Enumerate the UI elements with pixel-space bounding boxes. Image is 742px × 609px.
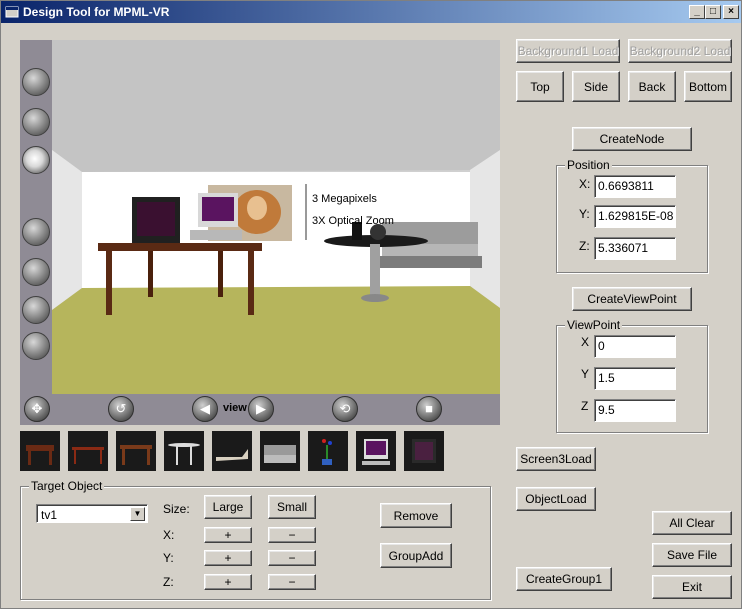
rotate-icon[interactable]: [22, 218, 50, 246]
x-label: X:: [163, 528, 175, 542]
minimize-button[interactable]: _: [689, 5, 705, 19]
view-label: view: [223, 402, 247, 414]
back-view-button[interactable]: Back: [628, 71, 676, 102]
position-y-field[interactable]: 1.629815E-08: [594, 205, 676, 228]
position-z-label: Z:: [579, 239, 590, 253]
create-viewpoint-button[interactable]: CreateViewPoint: [572, 287, 692, 311]
vr-viewport[interactable]: 3 Megapixels 3X Optical Zoom ✥ ↺ ◀ view …: [20, 40, 500, 425]
bottom-view-button[interactable]: Bottom: [684, 71, 732, 102]
group-add-button[interactable]: GroupAdd: [380, 543, 452, 568]
x-minus-button[interactable]: −: [268, 527, 316, 543]
thumbnail-table-brown[interactable]: [116, 431, 156, 471]
background1-load-button[interactable]: Background1 Load: [516, 39, 620, 63]
small-button[interactable]: Small: [268, 495, 316, 519]
thumbnail-tv[interactable]: [404, 431, 444, 471]
z-plus-button[interactable]: +: [204, 574, 252, 590]
create-node-button[interactable]: CreateNode: [572, 127, 692, 151]
pan-icon[interactable]: [22, 258, 50, 286]
next-view-icon[interactable]: ▶: [248, 396, 274, 422]
z-minus-button[interactable]: −: [268, 574, 316, 590]
viewpoint-z-label: Z: [581, 399, 589, 413]
background2-load-button[interactable]: Background2 Load: [628, 39, 732, 63]
x-plus-button[interactable]: +: [204, 527, 252, 543]
stop-icon[interactable]: ■: [416, 396, 442, 422]
z-label: Z:: [163, 575, 174, 589]
zoom-icon[interactable]: [22, 296, 50, 324]
viewpoint-legend: ViewPoint: [565, 318, 623, 332]
viewpoint-y-label: Y: [581, 367, 590, 381]
light-icon[interactable]: [22, 146, 50, 174]
position-z-field[interactable]: 5.336071: [594, 237, 676, 260]
position-legend: Position: [565, 158, 612, 172]
remove-button[interactable]: Remove: [380, 503, 452, 528]
room-scene[interactable]: 3 Megapixels 3X Optical Zoom: [52, 40, 500, 394]
previous-view-icon[interactable]: ◀: [192, 396, 218, 422]
position-x-field[interactable]: 0.6693811: [594, 175, 676, 198]
large-button[interactable]: Large: [204, 495, 252, 519]
object-load-button[interactable]: ObjectLoad: [516, 487, 596, 511]
drop-right-icon[interactable]: [22, 108, 50, 136]
top-view-button[interactable]: Top: [516, 71, 564, 102]
move-icon[interactable]: ✥: [24, 396, 50, 422]
poster-text-zoom: 3X Optical Zoom: [312, 215, 394, 227]
refresh-icon[interactable]: [22, 332, 50, 360]
screen3-load-button[interactable]: Screen3Load: [516, 447, 596, 471]
y-plus-button[interactable]: +: [204, 550, 252, 566]
thumbnail-sofa-lounge[interactable]: [212, 431, 252, 471]
title-bar: Design Tool for MPML-VR _ □ ×: [1, 1, 741, 23]
chevron-down-icon[interactable]: ▼: [130, 507, 145, 521]
reset-view-icon[interactable]: ⟲: [332, 396, 358, 422]
viewpoint-x-label: X: [581, 335, 590, 349]
target-object-value: tv1: [41, 508, 58, 522]
target-object-legend: Target Object: [29, 479, 105, 493]
thumbnail-sofa[interactable]: [260, 431, 300, 471]
drop-left-icon[interactable]: [22, 68, 50, 96]
maximize-button[interactable]: □: [705, 5, 721, 19]
thumbnail-table-red[interactable]: [68, 431, 108, 471]
viewpoint-x-field[interactable]: 0: [594, 335, 676, 358]
app-icon: [5, 6, 19, 18]
y-minus-button[interactable]: −: [268, 550, 316, 566]
size-label: Size:: [163, 502, 190, 516]
thumbnail-computer-monitor[interactable]: [356, 431, 396, 471]
viewpoint-z-field[interactable]: 9.5: [594, 399, 676, 422]
position-y-label: Y:: [579, 207, 590, 221]
create-group-button[interactable]: CreateGroup1: [516, 567, 612, 591]
save-file-button[interactable]: Save File: [652, 543, 732, 567]
tilt-icon[interactable]: ↺: [108, 396, 134, 422]
viewpoint-y-field[interactable]: 1.5: [594, 367, 676, 390]
thumbnail-vase-flowers[interactable]: [308, 431, 348, 471]
poster-text-megapixels: 3 Megapixels: [312, 193, 377, 205]
window-title: Design Tool for MPML-VR: [23, 5, 170, 19]
app-window: Design Tool for MPML-VR _ □ × 3 Megapixe…: [0, 0, 742, 609]
close-button[interactable]: ×: [723, 5, 739, 19]
position-x-label: X:: [579, 177, 591, 191]
exit-button[interactable]: Exit: [652, 575, 732, 599]
all-clear-button[interactable]: All Clear: [652, 511, 732, 535]
thumbnail-table-dark[interactable]: [20, 431, 60, 471]
target-object-select[interactable]: tv1 ▼: [36, 504, 148, 523]
thumbnail-table-round[interactable]: [164, 431, 204, 471]
room-render: [52, 40, 500, 394]
y-label: Y:: [163, 551, 174, 565]
side-view-button[interactable]: Side: [572, 71, 620, 102]
